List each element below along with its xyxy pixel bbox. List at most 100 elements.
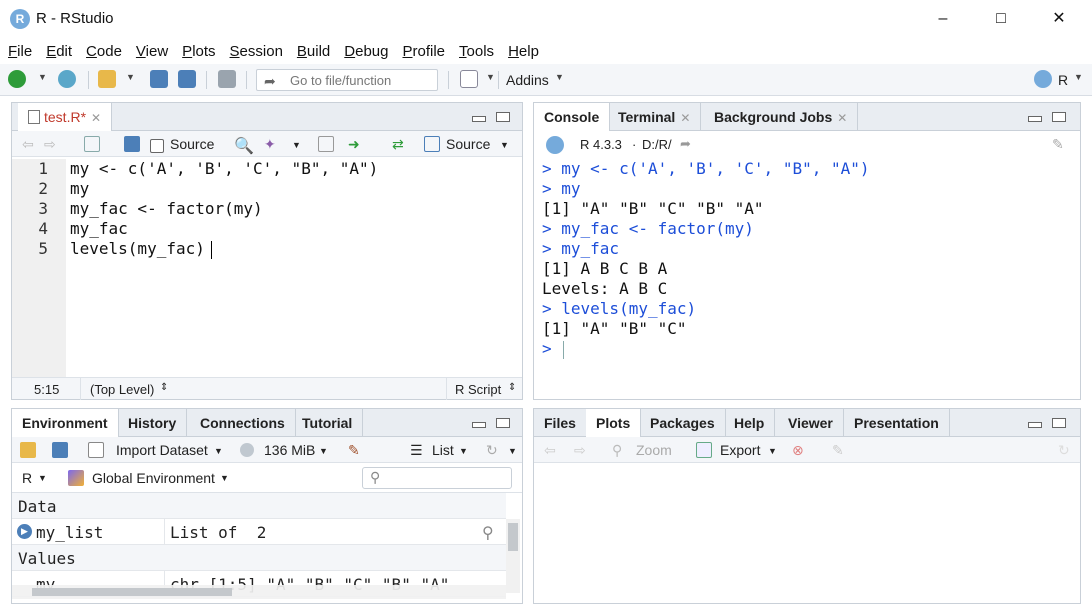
chevron-down-icon[interactable]: ▼ — [1074, 72, 1083, 82]
load-workspace-icon[interactable] — [20, 442, 36, 458]
memory-usage[interactable]: 136 MiB — [264, 442, 315, 458]
chevron-down-icon[interactable]: ▼ — [508, 446, 517, 456]
environment-search-input[interactable] — [362, 467, 512, 489]
chevron-down-icon[interactable]: ▼ — [486, 72, 495, 82]
close-tab-icon[interactable]: ✕ — [91, 111, 101, 125]
save-icon[interactable] — [150, 70, 168, 88]
outline-icon[interactable] — [318, 136, 334, 152]
scrollbar-thumb[interactable] — [508, 523, 518, 551]
minimize-pane-icon[interactable] — [1028, 116, 1042, 122]
menu-plots[interactable]: Plots — [182, 43, 215, 60]
minimize-pane-icon[interactable] — [472, 116, 486, 122]
clear-console-icon[interactable]: ✎ — [1052, 136, 1064, 153]
vertical-scrollbar[interactable] — [506, 519, 520, 593]
view-mode-selector[interactable]: List — [432, 442, 454, 458]
tab-plots[interactable]: Plots — [586, 409, 642, 438]
menu-code[interactable]: Code — [86, 43, 122, 60]
rerun-icon[interactable]: ⇄ — [392, 136, 404, 153]
tab-presentation[interactable]: Presentation — [844, 409, 950, 437]
show-in-window-icon[interactable] — [84, 136, 100, 152]
horizontal-scrollbar[interactable] — [12, 585, 506, 599]
tab-help[interactable]: Help — [724, 409, 776, 437]
source-button[interactable]: Source — [446, 136, 490, 152]
menu-profile[interactable]: Profile — [403, 43, 446, 60]
tab-console[interactable]: Console — [534, 103, 611, 132]
new-project-icon[interactable] — [58, 70, 76, 88]
addins-menu[interactable]: Addins — [506, 72, 549, 88]
chevron-down-icon[interactable]: ▼ — [220, 473, 229, 483]
chevron-down-icon[interactable]: ▼ — [38, 473, 47, 483]
maximize-icon[interactable]: □ — [972, 0, 1030, 38]
menu-edit[interactable]: Edit — [46, 43, 72, 60]
save-workspace-icon[interactable] — [52, 442, 68, 458]
close-tab-icon[interactable]: ✕ — [680, 111, 690, 125]
maximize-pane-icon[interactable] — [496, 112, 510, 122]
menu-view[interactable]: View — [136, 43, 168, 60]
menu-debug[interactable]: Debug — [344, 43, 388, 60]
code-editor[interactable]: 1 2 3 4 5 my <- c('A', 'B', 'C', "B", "A… — [12, 159, 522, 377]
tab-packages[interactable]: Packages — [640, 409, 726, 437]
next-plot-icon[interactable]: ⇨ — [574, 442, 586, 459]
save-all-icon[interactable] — [178, 70, 196, 88]
tab-viewer[interactable]: Viewer — [778, 409, 844, 437]
source-on-save-checkbox[interactable] — [150, 139, 164, 153]
tab-files[interactable]: Files — [534, 409, 587, 437]
magic-wand-icon[interactable]: ✦ — [264, 136, 276, 153]
grid-layout-icon[interactable] — [460, 70, 478, 88]
menu-file[interactable]: File — [8, 43, 32, 60]
new-file-icon[interactable] — [8, 70, 26, 88]
console-output[interactable]: > my <- c('A', 'B', 'C', "B", "A") > my … — [534, 159, 1080, 399]
menu-tools[interactable]: Tools — [459, 43, 494, 60]
import-dataset-button[interactable]: Import Dataset — [116, 442, 208, 458]
tab-connections[interactable]: Connections — [190, 409, 296, 437]
project-r-icon[interactable] — [1034, 70, 1052, 88]
project-menu[interactable]: R — [1058, 72, 1068, 88]
menu-help[interactable]: Help — [508, 43, 539, 60]
refresh-icon[interactable]: ↻ — [486, 442, 498, 459]
tab-test-r[interactable]: test.R* ✕ — [18, 103, 113, 132]
console-prompt[interactable]: > — [542, 339, 561, 358]
chevron-down-icon[interactable]: ▼ — [38, 72, 47, 82]
print-icon[interactable] — [218, 70, 236, 88]
expand-icon[interactable]: ▶ — [17, 524, 32, 539]
table-row[interactable]: ▶ my_list List of 2 ⚲ — [12, 519, 506, 545]
minimize-pane-icon[interactable] — [472, 422, 486, 428]
file-type-selector[interactable]: R Script — [455, 382, 501, 397]
view-data-icon[interactable]: ⚲ — [482, 523, 494, 543]
run-line-icon[interactable]: ➜ — [348, 136, 360, 153]
zoom-button[interactable]: Zoom — [636, 442, 672, 458]
chevron-down-icon[interactable]: ▼ — [768, 446, 777, 456]
tab-history[interactable]: History — [118, 409, 188, 437]
menu-session[interactable]: Session — [230, 43, 283, 60]
tab-tutorial[interactable]: Tutorial — [292, 409, 364, 437]
import-dataset-icon[interactable] — [88, 442, 104, 458]
maximize-pane-icon[interactable] — [496, 418, 510, 428]
scrollbar-thumb[interactable] — [32, 588, 232, 596]
save-icon[interactable] — [124, 136, 140, 152]
remove-plot-icon[interactable]: ⊗ — [792, 442, 804, 459]
forward-icon[interactable]: ⇨ — [44, 136, 56, 153]
goto-dir-icon[interactable]: ➦ — [680, 136, 691, 152]
chevron-down-icon[interactable]: ▼ — [292, 140, 301, 150]
zoom-icon[interactable]: ⚲ — [612, 442, 622, 459]
maximize-pane-icon[interactable] — [1052, 418, 1066, 428]
minimize-icon[interactable]: – — [914, 0, 972, 38]
tab-environment[interactable]: Environment — [12, 409, 119, 438]
scope-selector[interactable]: (Top Level) — [90, 382, 154, 397]
chevron-down-icon[interactable]: ▼ — [319, 446, 328, 456]
previous-plot-icon[interactable]: ⇦ — [544, 442, 556, 459]
language-selector[interactable]: R — [22, 470, 32, 486]
close-icon[interactable]: ✕ — [1030, 0, 1088, 38]
source-icon[interactable] — [424, 136, 440, 152]
open-folder-icon[interactable] — [98, 70, 116, 88]
broom-icon[interactable]: ✎ — [348, 442, 360, 459]
broom-icon[interactable]: ✎ — [832, 442, 844, 459]
tab-background-jobs[interactable]: Background Jobs ✕ — [704, 103, 859, 131]
tab-terminal[interactable]: Terminal ✕ — [608, 103, 702, 131]
chevron-down-icon[interactable]: ▼ — [214, 446, 223, 456]
export-icon[interactable] — [696, 442, 712, 458]
minimize-pane-icon[interactable] — [1028, 422, 1042, 428]
environment-selector[interactable]: Global Environment — [92, 470, 215, 486]
chevron-down-icon[interactable]: ▼ — [126, 72, 135, 82]
chevron-down-icon[interactable]: ▼ — [555, 72, 564, 82]
